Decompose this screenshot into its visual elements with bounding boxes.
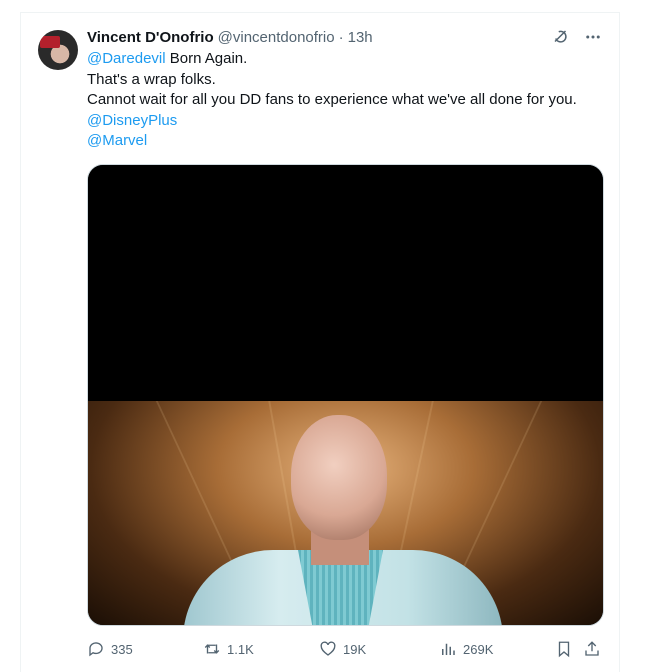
reply-icon (89, 642, 103, 657)
more-icon[interactable] (583, 27, 603, 47)
author-handle[interactable]: @vincentdonofrio (218, 29, 335, 46)
line1-text: Born Again. (165, 50, 248, 67)
person-head (291, 415, 387, 540)
views-count: 269K (463, 641, 494, 657)
tweet-line-1: @Daredevil Born Again. (87, 49, 603, 70)
tweet-image[interactable] (87, 164, 604, 626)
tweet-line-3: Cannot wait for all you DD fans to exper… (87, 91, 577, 108)
repost-icon (204, 644, 220, 654)
bookmark-icon (558, 641, 570, 658)
tweet-actions: 335 1.1K 19K 269K (87, 637, 617, 661)
views-button[interactable]: 269K (439, 637, 493, 661)
share-icon (585, 641, 599, 656)
repost-button[interactable]: 1.1K (203, 637, 254, 661)
grok-icon[interactable] (551, 27, 571, 47)
avatar[interactable] (38, 30, 78, 70)
tweet-line-5: @Marvel (87, 131, 603, 152)
reply-button[interactable]: 335 (87, 637, 133, 661)
like-count: 19K (343, 641, 367, 657)
separator-dot: · (338, 28, 344, 46)
repost-count: 1.1K (227, 641, 254, 657)
share-button[interactable] (583, 637, 601, 661)
mention-disneyplus[interactable]: @DisneyPlus (87, 112, 177, 129)
tweet-header: Vincent D'Onofrio @vincentdonofrio · 13h (87, 25, 603, 49)
heart-icon (320, 641, 336, 656)
header-icons (551, 25, 603, 49)
reply-count: 335 (111, 641, 133, 657)
avatar-sign (40, 36, 60, 48)
bookmark-button[interactable] (555, 637, 573, 661)
mention-marvel[interactable]: @Marvel (87, 132, 147, 149)
tweet-line-4: @DisneyPlus (87, 111, 603, 132)
tweet-card[interactable]: Vincent D'Onofrio @vincentdonofrio · 13h (20, 12, 620, 672)
timestamp[interactable]: 13h (348, 29, 373, 46)
image-dark-area (88, 165, 603, 401)
mention-daredevil[interactable]: @Daredevil (87, 50, 166, 67)
tweet-text: @Daredevil Born Again. That's a wrap fol… (87, 49, 603, 152)
views-icon (442, 643, 455, 655)
like-button[interactable]: 19K (319, 637, 366, 661)
tweet-line-2: That's a wrap folks. (87, 70, 216, 88)
tweet-content: Vincent D'Onofrio @vincentdonofrio · 13h (87, 25, 603, 152)
author-name[interactable]: Vincent D'Onofrio (87, 29, 214, 46)
